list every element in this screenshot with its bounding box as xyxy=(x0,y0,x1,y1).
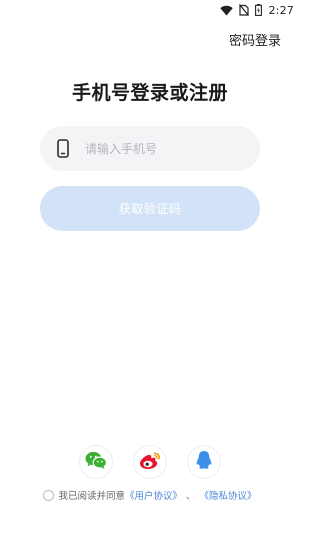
status-icons: 2:27 xyxy=(220,3,294,17)
agreement-prefix: 我已阅读并同意 xyxy=(58,491,125,502)
social-login-row xyxy=(0,445,300,479)
user-agreement-link[interactable]: 《用户协议》 xyxy=(125,488,182,502)
wechat-login-button[interactable] xyxy=(79,445,113,479)
phone-input[interactable] xyxy=(85,141,235,156)
get-verification-code-button[interactable]: 获取验证码 xyxy=(40,186,260,231)
qq-icon xyxy=(195,450,213,474)
status-time: 2:27 xyxy=(268,3,294,17)
no-sim-icon xyxy=(239,4,250,16)
agreement-row: 我已阅读并同意 《用户协议》 、 《隐私协议》 xyxy=(0,488,300,502)
wifi-icon xyxy=(220,5,234,16)
password-login-link[interactable]: 密码登录 xyxy=(229,30,281,49)
wechat-icon xyxy=(85,451,108,474)
qq-login-button[interactable] xyxy=(187,445,221,479)
phone-icon xyxy=(56,139,70,159)
battery-charging-icon xyxy=(255,4,263,16)
privacy-policy-link[interactable]: 《隐私协议》 xyxy=(200,488,257,502)
phone-input-field[interactable] xyxy=(40,126,260,171)
page-title: 手机号登录或注册 xyxy=(71,82,228,104)
status-bar: 2:27 xyxy=(0,0,300,20)
weibo-login-button[interactable] xyxy=(133,445,167,479)
agreement-separator: 、 xyxy=(186,491,196,502)
agreement-checkbox[interactable] xyxy=(43,489,55,501)
weibo-icon xyxy=(139,451,161,474)
